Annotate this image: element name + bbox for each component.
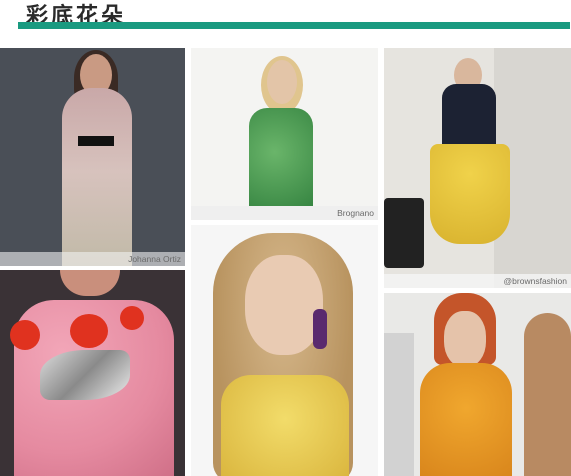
photo-pink-floral-dress[interactable] — [0, 270, 185, 476]
photo-wavy-hair-model[interactable] — [191, 225, 378, 476]
floral-dress — [62, 88, 132, 266]
sequin-bird-appliqué — [40, 350, 130, 400]
photo-brognano[interactable]: Brognano — [191, 48, 378, 220]
photo-johanna-ortiz[interactable]: Johanna Ortiz — [0, 48, 185, 266]
photo-orange-floral-top[interactable] — [384, 293, 571, 476]
photo-caption: Johanna Ortiz — [128, 254, 181, 264]
title-underline-bar — [18, 22, 570, 29]
photo-caption: @brownsfashion — [503, 276, 567, 286]
photo-caption: Brognano — [337, 208, 374, 218]
photo-brownsfashion[interactable]: @brownsfashion — [384, 48, 571, 288]
yellow-floral-skirt — [430, 144, 510, 244]
green-floral-jacket — [249, 108, 313, 218]
